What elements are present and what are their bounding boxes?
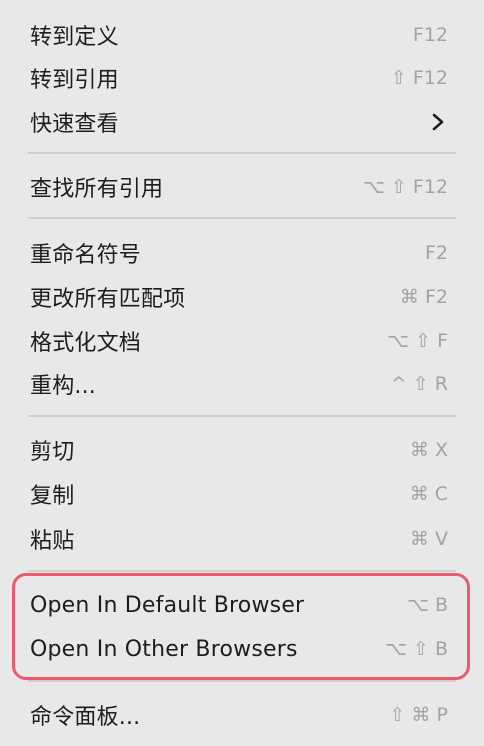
menu-item-go-to-references[interactable]: 转到引用 ⇧ F12	[0, 58, 484, 98]
menu-item-shortcut: F2	[424, 242, 448, 264]
menu-item-label: 转到引用	[30, 68, 119, 93]
menu-item-change-all-occurrences[interactable]: 更改所有匹配项 ⌘ F2	[0, 277, 484, 317]
menu-separator	[28, 680, 456, 682]
menu-item-label: 复制	[30, 484, 75, 509]
menu-separator	[28, 415, 456, 417]
menu-item-peek[interactable]: 快速查看	[0, 102, 484, 142]
menu-item-shortcut: ⌘ F2	[399, 286, 448, 308]
menu-item-open-in-default-browser[interactable]: Open In Default Browser ⌥ B	[0, 585, 484, 625]
menu-item-shortcut: ⇧ ⌘ P	[389, 704, 448, 726]
menu-item-refactor[interactable]: 重构... ^ ⇧ R	[0, 364, 484, 404]
menu-item-shortcut: ⇧ F12	[390, 67, 448, 89]
menu-item-label: 查找所有引用	[30, 177, 164, 202]
menu-item-label: 剪切	[30, 440, 75, 465]
menu-item-label: 粘贴	[30, 529, 75, 554]
menu-separator	[28, 217, 456, 219]
menu-item-shortcut: ⌥ ⇧ F	[387, 330, 448, 352]
menu-item-label: 格式化文档	[30, 331, 142, 356]
menu-item-label: 重构...	[30, 374, 96, 399]
menu-item-shortcut: ^ ⇧ R	[390, 373, 448, 395]
menu-separator	[28, 570, 456, 572]
menu-separator	[28, 152, 456, 154]
menu-item-rename-symbol[interactable]: 重命名符号 F2	[0, 233, 484, 273]
menu-item-shortcut: ⌘ X	[409, 439, 448, 461]
menu-item-command-palette[interactable]: 命令面板... ⇧ ⌘ P	[0, 695, 484, 735]
menu-item-paste[interactable]: 粘贴 ⌘ V	[0, 519, 484, 559]
context-menu: 转到定义 F12 转到引用 ⇧ F12 快速查看 查找所有引用 ⌥ ⇧ F12 …	[0, 0, 484, 746]
menu-item-label: Open In Default Browser	[30, 592, 305, 618]
menu-item-shortcut: ⌥ B	[407, 594, 448, 616]
menu-item-shortcut: F12	[412, 24, 448, 46]
menu-item-cut[interactable]: 剪切 ⌘ X	[0, 430, 484, 470]
menu-item-label: 重命名符号	[30, 243, 142, 268]
menu-item-open-in-other-browsers[interactable]: Open In Other Browsers ⌥ ⇧ B	[0, 629, 484, 669]
menu-item-shortcut: ⌘ C	[409, 483, 448, 505]
menu-item-go-to-definition[interactable]: 转到定义 F12	[0, 15, 484, 55]
menu-item-shortcut: ⌘ V	[409, 528, 448, 550]
menu-item-label: 转到定义	[30, 25, 119, 50]
menu-item-find-all-references[interactable]: 查找所有引用 ⌥ ⇧ F12	[0, 167, 484, 207]
menu-item-label: 快速查看	[30, 112, 119, 137]
menu-item-format-document[interactable]: 格式化文档 ⌥ ⇧ F	[0, 321, 484, 361]
menu-item-label: 更改所有匹配项	[30, 287, 186, 312]
chevron-right-icon	[430, 113, 446, 131]
menu-item-shortcut: ⌥ ⇧ B	[385, 638, 448, 660]
menu-item-copy[interactable]: 复制 ⌘ C	[0, 474, 484, 514]
menu-item-label: Open In Other Browsers	[30, 636, 298, 662]
menu-item-shortcut: ⌥ ⇧ F12	[363, 176, 448, 198]
menu-item-label: 命令面板...	[30, 705, 141, 730]
